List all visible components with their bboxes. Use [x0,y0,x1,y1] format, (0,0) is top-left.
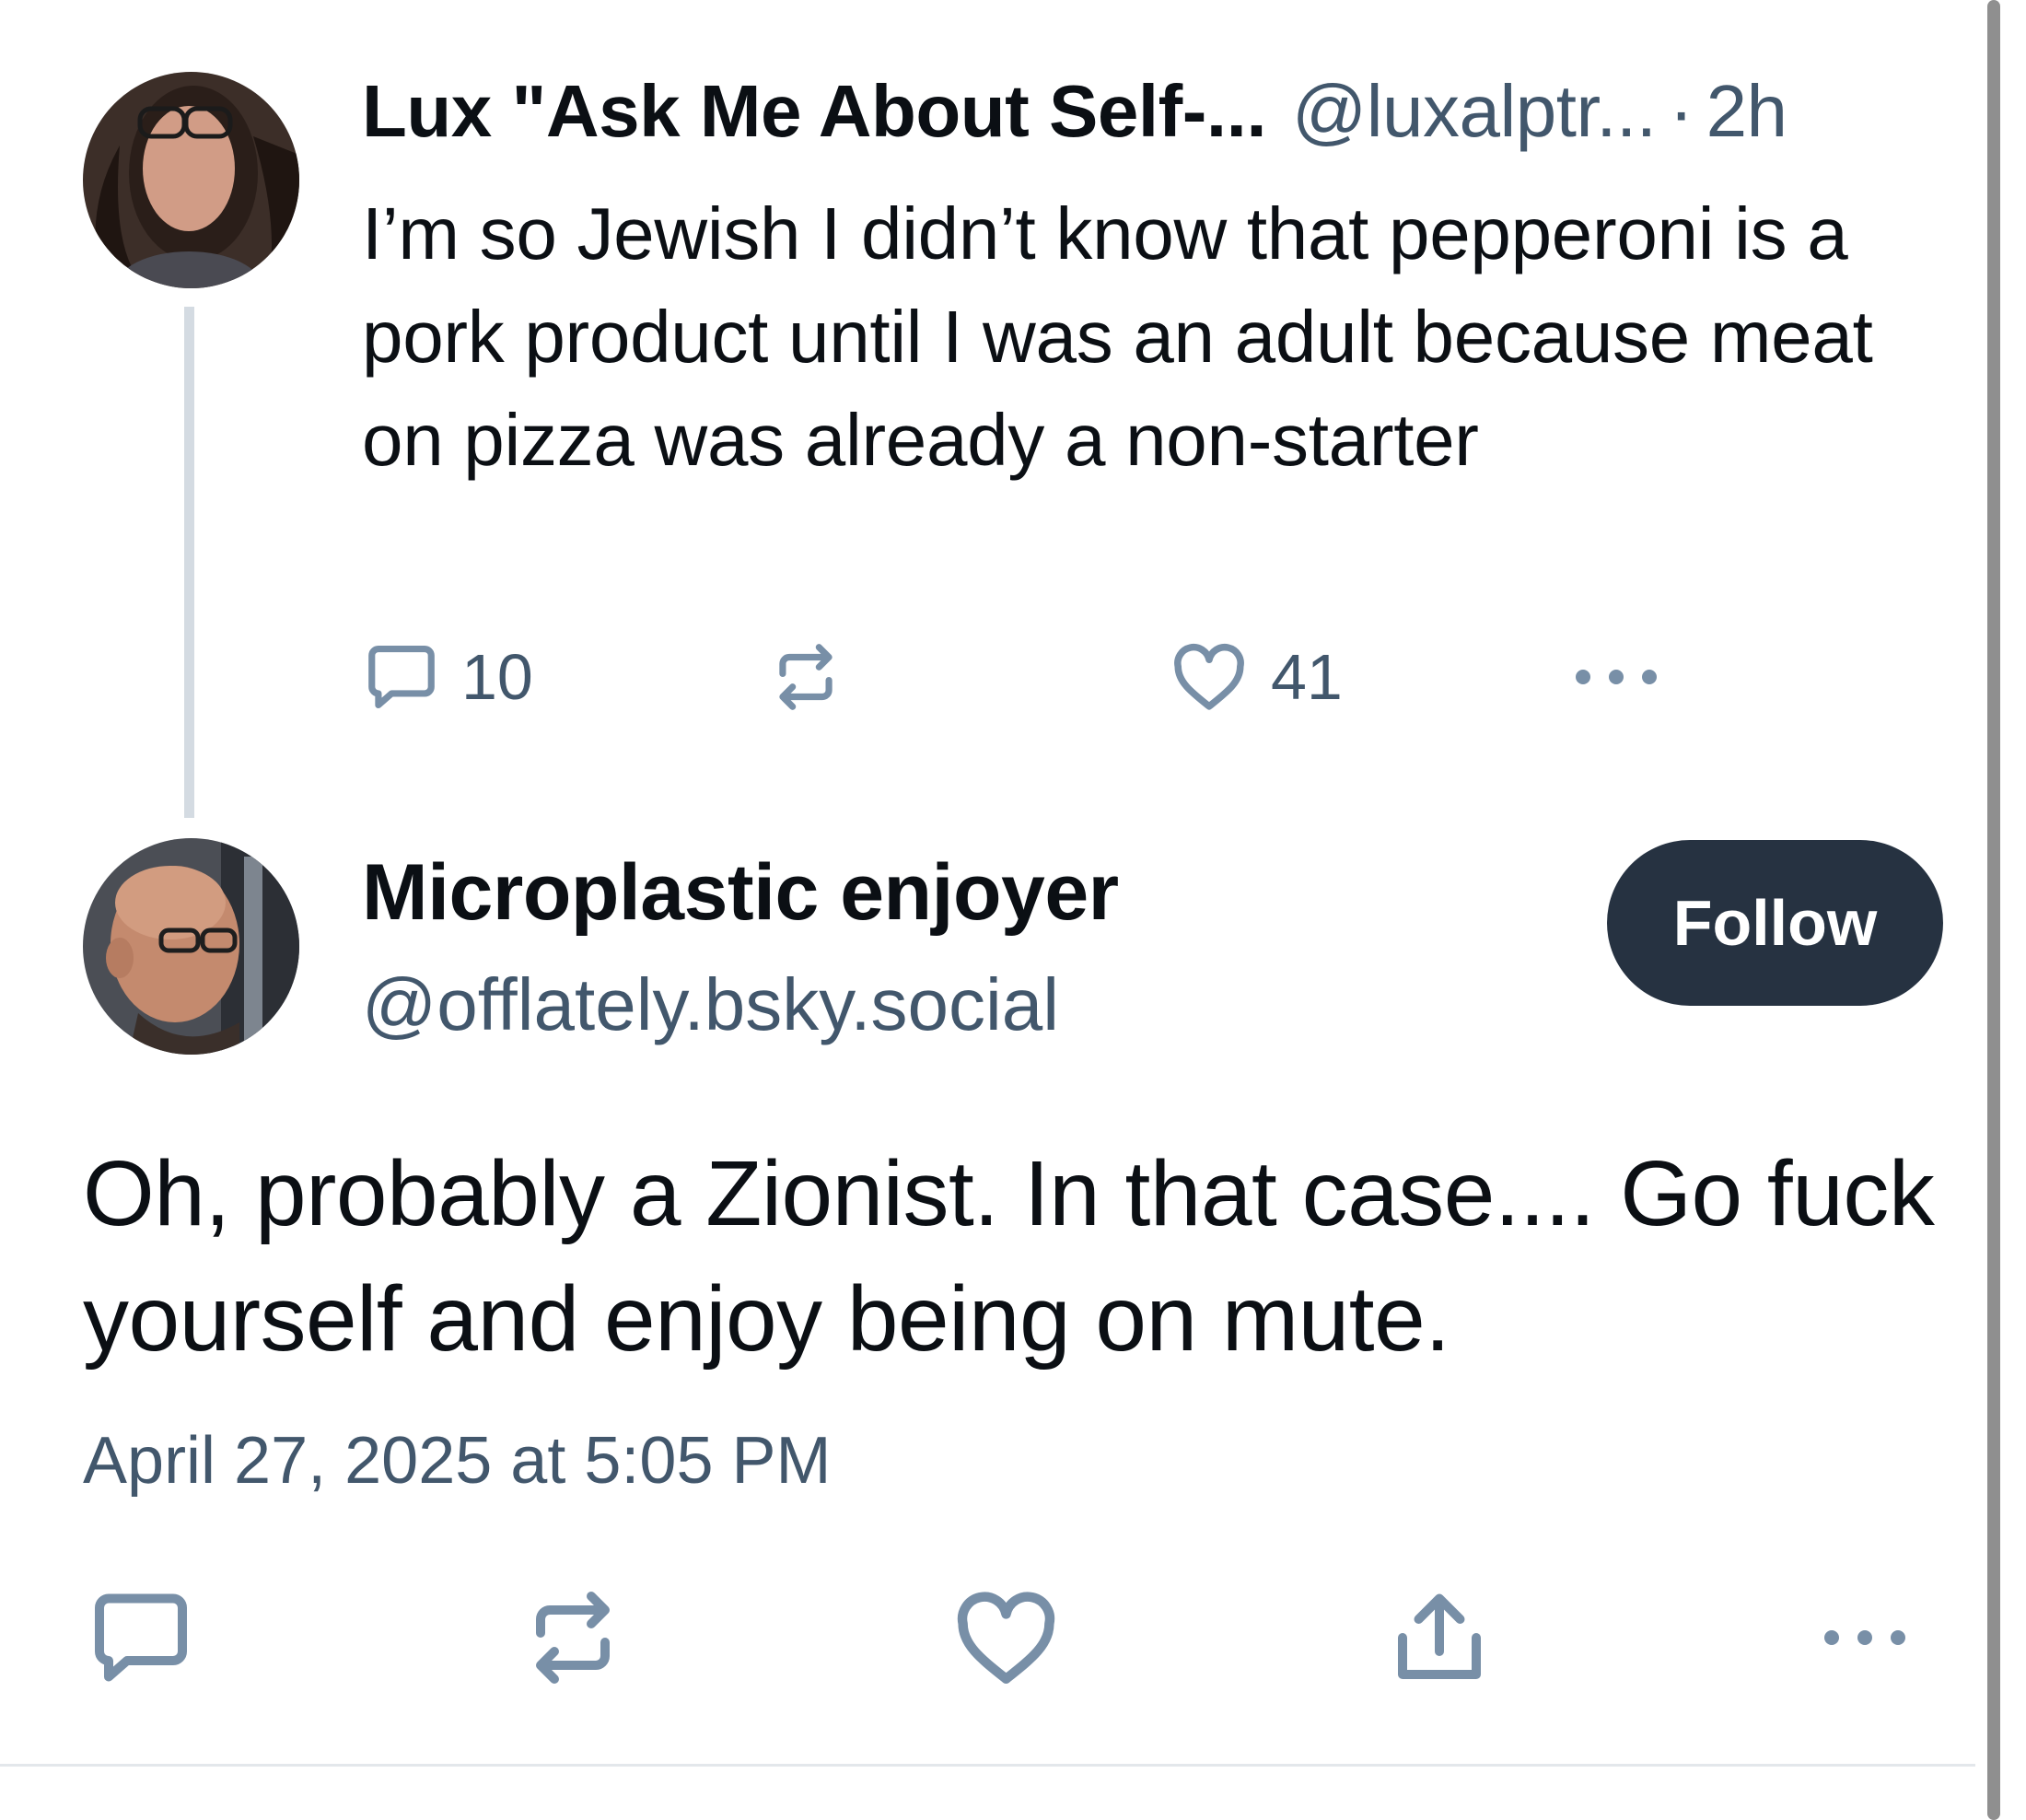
heart-icon [1174,643,1244,710]
like-button[interactable] [949,1582,1064,1693]
parent-post-header: Lux "Ask Me About Self-... @luxalptr... … [362,69,1787,161]
share-button[interactable] [1384,1582,1495,1693]
reply-button[interactable] [86,1582,196,1693]
ellipsis-icon [1824,1630,1905,1645]
share-upload-icon [1398,1593,1481,1679]
parent-post-time[interactable]: 2h [1706,69,1787,154]
parent-reply-button[interactable]: 10 [362,636,533,718]
separator-dot: · [1669,70,1694,152]
repost-button[interactable] [518,1582,628,1693]
parent-more-button[interactable] [1570,636,1662,718]
parent-author-name[interactable]: Lux "Ask Me About Self-... [362,69,1267,154]
parent-author-avatar[interactable] [83,72,299,288]
thread-connector-line [184,307,194,818]
parent-author-handle[interactable]: @luxalptr... [1292,69,1657,154]
parent-repost-button[interactable] [766,636,845,718]
reply-post-text: Oh, probably a Zionist. In that case....… [83,1142,1935,1371]
speech-bubble-icon [95,1593,187,1682]
speech-bubble-icon [368,645,435,709]
follow-button[interactable]: Follow [1607,840,1943,1006]
parent-like-button[interactable]: 41 [1168,636,1343,718]
reply-author-avatar[interactable] [83,838,299,1055]
scrollbar[interactable] [1987,0,2000,1820]
parent-post-text: I’m so Jewish I didn’t know that peppero… [362,192,1873,481]
ellipsis-icon [1576,670,1657,684]
repost-arrows-icon [536,1592,610,1684]
reply-author-name[interactable]: Microplastic enjoyer [362,847,1119,939]
repost-arrows-icon [779,644,833,710]
parent-reply-count: 10 [461,641,533,713]
heart-icon [957,1591,1055,1684]
parent-like-count: 41 [1271,641,1343,713]
reply-author-handle[interactable]: @offlately.bsky.social [362,962,1059,1047]
more-options-button[interactable] [1819,1582,1911,1693]
reply-post-timestamp: April 27, 2025 at 5:05 PM [83,1424,832,1498]
post-divider [0,1764,1975,1767]
